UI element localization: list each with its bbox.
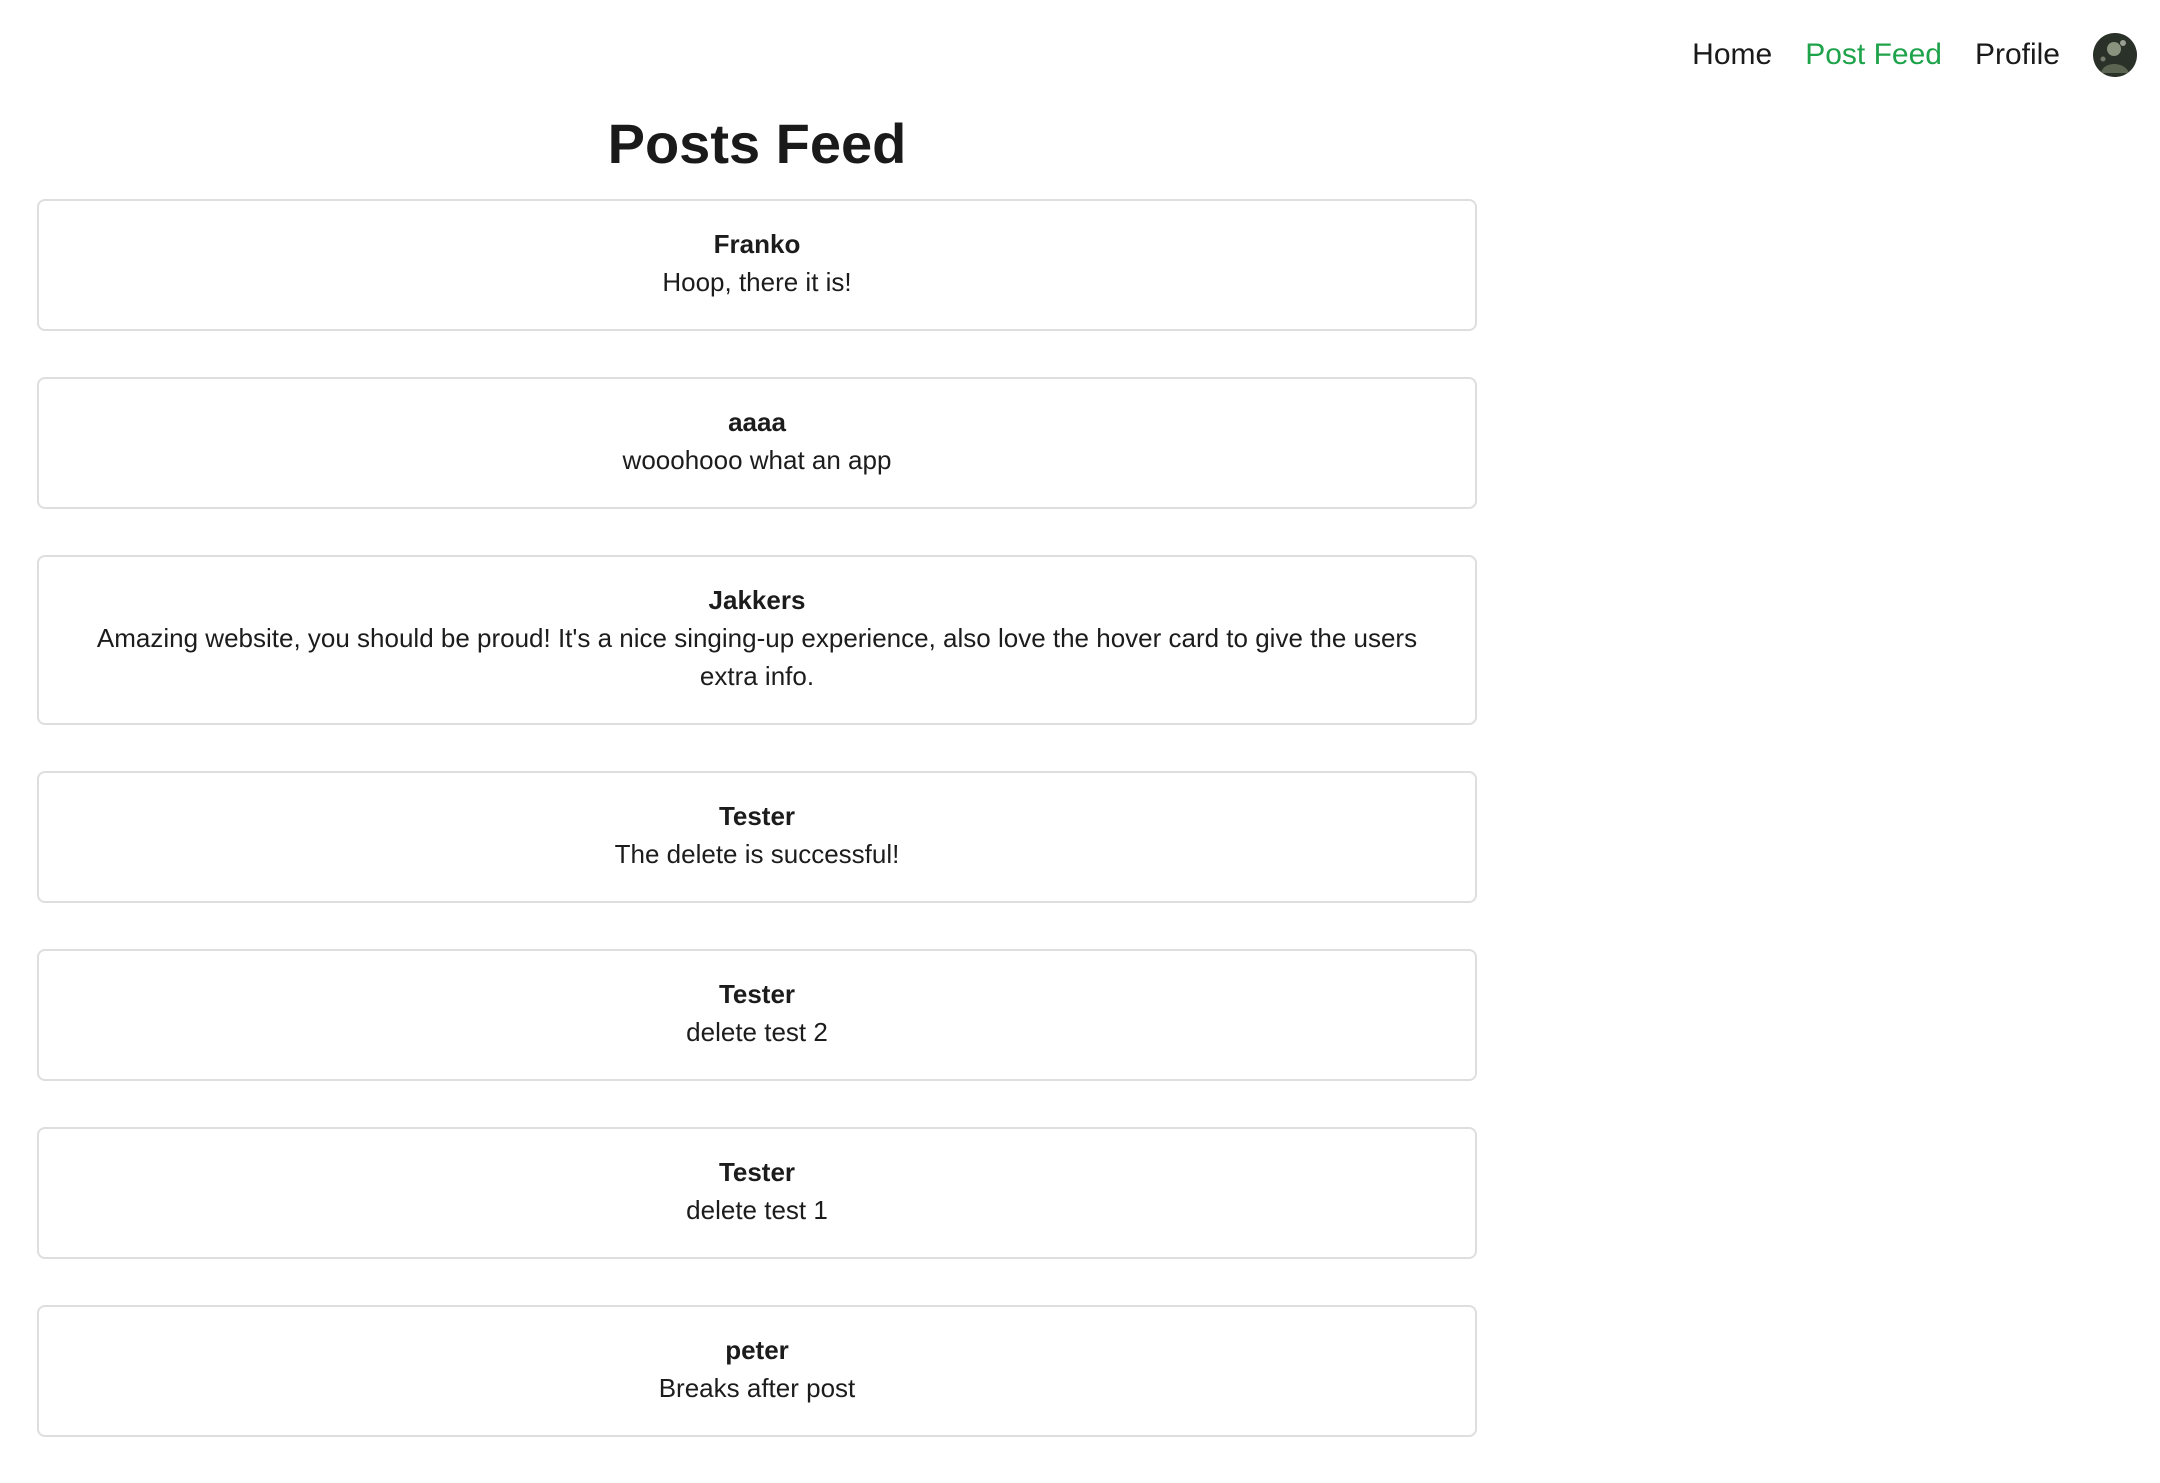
post-card[interactable]: Tester delete test 2 xyxy=(37,949,1477,1081)
post-content: Breaks after post xyxy=(658,1373,856,1403)
top-navigation: Home Post Feed Profile xyxy=(1659,0,2160,110)
page-title: Posts Feed xyxy=(607,112,907,175)
post-content: Hoop, there it is! xyxy=(662,267,852,297)
nav-link-profile[interactable]: Profile xyxy=(1975,40,2060,70)
post-card[interactable]: Franko Hoop, there it is! xyxy=(37,199,1477,331)
nav-link-home[interactable]: Home xyxy=(1692,40,1772,70)
post-content: wooohooo what an app xyxy=(622,445,892,475)
post-card[interactable]: Tester delete test 1 xyxy=(37,1127,1477,1259)
post-author: aaaa xyxy=(728,407,786,437)
user-avatar-icon[interactable] xyxy=(2093,33,2137,77)
post-content: delete test 1 xyxy=(686,1195,828,1225)
post-card[interactable]: aaaa wooohooo what an app xyxy=(37,377,1477,509)
posts-feed: Franko Hoop, there it is! aaaa wooohooo … xyxy=(37,199,1477,1483)
post-content: Amazing website, you should be proud! It… xyxy=(96,623,1418,691)
post-author: Tester xyxy=(718,1157,796,1187)
post-card[interactable]: Jakkers Amazing website, you should be p… xyxy=(37,555,1477,725)
post-card[interactable]: Tester The delete is successful! xyxy=(37,771,1477,903)
post-content: The delete is successful! xyxy=(614,839,900,869)
post-author: Franko xyxy=(713,229,801,259)
nav-link-post-feed[interactable]: Post Feed xyxy=(1805,40,1942,70)
post-author: Jakkers xyxy=(708,585,806,615)
post-author: Tester xyxy=(718,979,796,1009)
post-author: peter xyxy=(725,1335,789,1365)
post-author: Tester xyxy=(718,801,796,831)
post-content: delete test 2 xyxy=(686,1017,828,1047)
avatar-image xyxy=(2093,33,2137,77)
post-card[interactable]: peter Breaks after post xyxy=(37,1305,1477,1437)
